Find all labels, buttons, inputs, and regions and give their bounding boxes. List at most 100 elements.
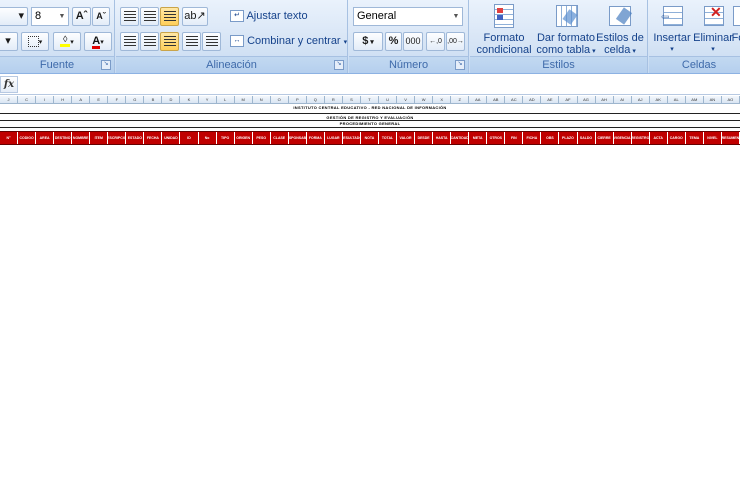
table-header-cell[interactable]: PLAZO <box>559 132 578 144</box>
table-header-cell[interactable]: OTROS <box>487 132 506 144</box>
table-header-cell[interactable]: CIERRE <box>596 132 614 144</box>
align-bottom-button[interactable] <box>160 7 179 26</box>
fill-color-button[interactable]: ◊ ▾ <box>53 32 81 51</box>
column-header[interactable]: Y <box>199 96 217 103</box>
font-name-dropdown-arrow[interactable]: ▾ <box>0 7 28 26</box>
column-header[interactable]: Z <box>451 96 470 103</box>
column-header[interactable]: AI <box>614 96 632 103</box>
table-header-cell[interactable]: VALOR <box>397 132 416 144</box>
align-top-button[interactable] <box>120 7 139 26</box>
delete-button[interactable]: ✕ Eliminar ▾ <box>693 3 733 56</box>
column-header[interactable]: E <box>90 96 109 103</box>
table-header-cell[interactable]: CODIGO <box>18 132 37 144</box>
column-header[interactable]: AB <box>487 96 506 103</box>
table-header-cell[interactable]: SALDO <box>578 132 596 144</box>
column-header[interactable]: F <box>108 96 127 103</box>
font-color-button[interactable]: A▾ <box>84 32 112 51</box>
column-header[interactable]: L <box>217 96 235 103</box>
column-header[interactable]: AC <box>505 96 524 103</box>
column-header[interactable]: AF <box>559 96 578 103</box>
column-header[interactable]: T <box>361 96 379 103</box>
table-header-cell[interactable]: RESULTADO <box>343 132 361 144</box>
percent-button[interactable]: % <box>385 32 402 51</box>
underline-dropdown-button[interactable]: ▾ <box>0 32 18 51</box>
column-header[interactable]: AK <box>650 96 668 103</box>
table-header-cell[interactable]: AREA <box>36 132 55 144</box>
format-as-table-button[interactable]: Dar formato como tabla ▾ <box>536 3 596 58</box>
column-header[interactable]: AM <box>686 96 704 103</box>
column-header[interactable]: U <box>379 96 398 103</box>
table-header-cell[interactable]: DESDE <box>415 132 434 144</box>
column-header[interactable]: AD <box>523 96 542 103</box>
table-header-cell[interactable]: OBS <box>541 132 560 144</box>
alignment-dialog-launcher-icon[interactable]: ↘ <box>334 60 344 70</box>
column-header[interactable]: AG <box>578 96 596 103</box>
font-dialog-launcher-icon[interactable]: ↘ <box>101 60 111 70</box>
align-left-button[interactable] <box>120 32 139 51</box>
table-header-cell[interactable]: LUGAR <box>325 132 343 144</box>
table-header-cell[interactable]: RESPONSABLE <box>289 132 307 144</box>
table-header-cell[interactable]: N° <box>0 132 19 144</box>
chevron-down-icon[interactable]: ▼ <box>56 8 68 25</box>
table-header-cell[interactable]: No <box>199 132 217 144</box>
table-header-cell[interactable]: NOTA <box>361 132 379 144</box>
table-header-cell[interactable]: REGISTRO <box>632 132 650 144</box>
align-right-button[interactable] <box>160 32 179 51</box>
shrink-font-button[interactable]: Aˇ <box>92 7 110 26</box>
column-header[interactable]: I <box>36 96 55 103</box>
column-header[interactable]: X <box>433 96 452 103</box>
merge-center-button[interactable]: ↔ Combinar y centrar ▾ <box>230 35 347 48</box>
table-header-cell[interactable]: DESTINO <box>54 132 73 144</box>
chevron-down-icon[interactable]: ▼ <box>450 8 462 25</box>
table-header-cell[interactable]: CARGO <box>668 132 686 144</box>
table-header-cell[interactable]: META <box>469 132 488 144</box>
column-header[interactable]: H <box>54 96 73 103</box>
column-header[interactable]: AA <box>469 96 488 103</box>
column-header[interactable]: AE <box>541 96 560 103</box>
table-header-cell[interactable]: TIPO <box>217 132 235 144</box>
column-header[interactable]: AH <box>596 96 614 103</box>
table-header-cell[interactable]: CANTIDAD <box>451 132 470 144</box>
column-header[interactable]: V <box>397 96 416 103</box>
number-format-combo[interactable]: General ▼ <box>353 7 463 26</box>
column-header[interactable]: R <box>325 96 343 103</box>
currency-button[interactable]: $ ▾ <box>353 32 383 51</box>
table-header-cell[interactable]: ID <box>180 132 199 144</box>
wrap-text-button[interactable]: ↵ Ajustar texto <box>230 10 308 23</box>
column-header[interactable]: C <box>18 96 37 103</box>
column-header[interactable]: D <box>162 96 181 103</box>
cell-styles-button[interactable]: Estilos de celda ▾ <box>596 3 644 58</box>
worksheet-grid[interactable]: INSTITUTO CENTRAL EDUCATIVO - RED NACION… <box>0 104 740 500</box>
grow-font-button[interactable]: Aˆ <box>72 7 91 26</box>
table-header-cell[interactable]: ACTA <box>650 132 668 144</box>
table-header-cell[interactable]: FORMA <box>307 132 325 144</box>
table-header-cell[interactable]: DESCRIPCION <box>108 132 127 144</box>
fx-icon[interactable]: fx <box>0 76 18 93</box>
formula-input[interactable] <box>20 76 738 91</box>
thousands-button[interactable]: 000 <box>403 32 423 51</box>
font-size-combo[interactable]: 8 ▼ <box>31 7 69 26</box>
table-header-cell[interactable]: TEMA <box>686 132 704 144</box>
table-header-cell[interactable]: TOTAL <box>379 132 398 144</box>
number-dialog-launcher-icon[interactable]: ↘ <box>455 60 465 70</box>
table-header-cell[interactable]: NOMBRE <box>72 132 91 144</box>
table-header-cell[interactable]: NIVEL <box>704 132 722 144</box>
table-header-cell[interactable]: FIN <box>505 132 524 144</box>
table-header-cell[interactable]: RESUMEN <box>722 132 740 144</box>
insert-button[interactable]: ⇦ Insertar ▾ <box>652 3 692 56</box>
table-header-cell[interactable]: UNIDAD <box>162 132 181 144</box>
column-header[interactable]: M <box>235 96 253 103</box>
column-header[interactable]: B <box>144 96 163 103</box>
column-header[interactable]: K <box>180 96 199 103</box>
table-header-cell[interactable]: FECHA <box>144 132 163 144</box>
column-header[interactable]: AN <box>704 96 722 103</box>
column-header[interactable]: J <box>0 96 19 103</box>
table-header-cell[interactable]: FICHA <box>523 132 542 144</box>
align-center-button[interactable] <box>140 32 159 51</box>
table-header-cell[interactable]: ITEM <box>90 132 109 144</box>
column-header[interactable]: O <box>271 96 289 103</box>
column-header[interactable]: AL <box>668 96 686 103</box>
column-header[interactable]: A <box>72 96 91 103</box>
column-header[interactable]: S <box>343 96 361 103</box>
table-header-cell[interactable]: ESTADO <box>126 132 145 144</box>
